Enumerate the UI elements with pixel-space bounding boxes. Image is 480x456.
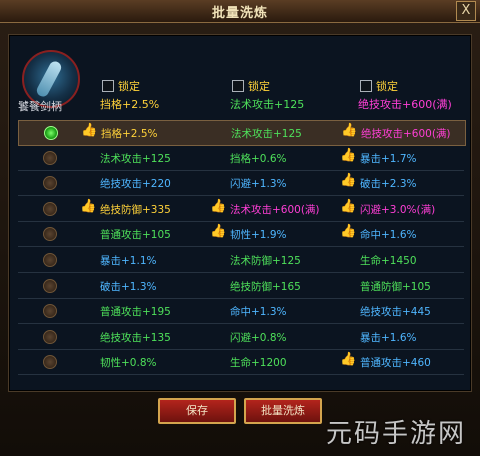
table-row[interactable]: 👍 绝技防御+335 👍 法术攻击+600(满) 👍 闪避+3.0%(满) xyxy=(18,197,464,222)
save-button[interactable]: 保存 xyxy=(158,398,236,424)
attribute-cell: 法术防御+125 xyxy=(230,255,301,267)
attribute-cell: 法术攻击+125 xyxy=(100,152,171,165)
attribute-cell: 普通攻击+105 xyxy=(100,229,171,242)
batch-refine-window: 批量洗炼 X 饕餮剑柄 锁定 锁定 锁定 挡格+2.5% 法术攻击+125 绝技… xyxy=(0,0,480,456)
attribute-cell: 普通攻击+460 xyxy=(360,357,431,370)
attribute-cell: 绝技攻击+135 xyxy=(100,331,171,344)
table-row[interactable]: 破击+1.3% 绝技防御+165 普通防御+105 xyxy=(18,274,464,299)
attribute-cell: 闪避+1.3% xyxy=(230,178,287,191)
attribute-cell: 挡格+0.6% xyxy=(230,152,287,165)
attribute-cell: 暴击+1.7% xyxy=(360,152,417,165)
thumbs-up-icon: 👍 xyxy=(210,224,227,240)
select-radio[interactable] xyxy=(43,278,57,293)
attribute-cell: 闪避+3.0%(满) xyxy=(360,203,436,216)
lock-label-2: 锁定 xyxy=(248,80,270,93)
title-bar: 批量洗炼 X xyxy=(0,0,480,23)
table-row[interactable]: 法术攻击+125 挡格+0.6% 👍 暴击+1.7% xyxy=(18,146,464,171)
select-radio[interactable] xyxy=(43,355,57,370)
thumbs-up-icon: 👍 xyxy=(340,198,357,214)
attribute-cell: 绝技攻击+600(满) xyxy=(361,128,451,140)
select-radio[interactable] xyxy=(43,329,57,344)
item-name: 饕餮剑柄 xyxy=(18,100,62,113)
attribute-cell: 暴击+1.6% xyxy=(360,331,417,344)
attribute-cell: 法术攻击+600(满) xyxy=(230,203,320,216)
table-row[interactable]: 绝技攻击+220 闪避+1.3% 👍 破击+2.3% xyxy=(18,171,464,197)
attribute-cell: 破击+2.3% xyxy=(360,178,417,191)
table-row[interactable]: 普通攻击+105 👍 韧性+1.9% 👍 命中+1.6% xyxy=(18,222,464,248)
watermark: 元码手游网 xyxy=(325,419,466,449)
select-radio[interactable] xyxy=(43,227,57,242)
attribute-cell: 绝技防御+165 xyxy=(230,280,301,293)
lock-checkbox-1[interactable] xyxy=(102,80,114,92)
select-radio[interactable] xyxy=(43,201,57,216)
attribute-cell: 普通防御+105 xyxy=(360,280,431,293)
window-title: 批量洗炼 xyxy=(211,6,268,21)
attribute-cell: 韧性+1.9% xyxy=(230,229,287,242)
lock-checkbox-3[interactable] xyxy=(360,80,372,92)
lock-checkbox-2[interactable] xyxy=(232,80,244,92)
thumbs-up-icon: 👍 xyxy=(340,173,357,189)
thumbs-up-icon: 👍 xyxy=(80,198,97,214)
attribute-cell: 绝技攻击+220 xyxy=(100,178,171,191)
current-attr-3: 绝技攻击+600(满) xyxy=(358,98,452,111)
attribute-cell: 法术攻击+125 xyxy=(231,128,302,140)
sword-hilt-icon xyxy=(34,59,64,99)
attribute-cell: 普通攻击+195 xyxy=(100,306,171,319)
thumbs-up-icon: 👍 xyxy=(341,123,358,138)
close-button[interactable]: X xyxy=(456,1,476,21)
attribute-cell: 闪避+0.8% xyxy=(230,331,287,344)
select-radio[interactable] xyxy=(43,253,57,267)
select-radio[interactable] xyxy=(43,304,57,319)
current-attr-2: 法术攻击+125 xyxy=(230,98,305,111)
thumbs-up-icon: 👍 xyxy=(340,224,357,240)
table-row[interactable]: 绝技攻击+135 闪避+0.8% 暴击+1.6% xyxy=(18,325,464,350)
attribute-cell: 绝技防御+335 xyxy=(100,203,171,216)
attribute-cell: 挡格+2.5% xyxy=(101,128,158,140)
lock-label-3: 锁定 xyxy=(376,80,398,93)
attribute-cell: 韧性+0.8% xyxy=(100,357,157,370)
select-radio[interactable] xyxy=(43,176,57,191)
current-attr-1: 挡格+2.5% xyxy=(100,98,160,111)
attribute-cell: 生命+1200 xyxy=(230,357,287,370)
thumbs-up-icon: 👍 xyxy=(340,352,357,368)
table-row[interactable]: 暴击+1.1% 法术防御+125 生命+1450 xyxy=(18,248,464,273)
attribute-cell: 破击+1.3% xyxy=(100,280,157,293)
select-radio[interactable] xyxy=(43,150,57,165)
thumbs-up-icon: 👍 xyxy=(340,147,357,163)
attribute-cell: 生命+1450 xyxy=(360,255,417,267)
attribute-cell: 命中+1.6% xyxy=(360,229,417,242)
attribute-cell: 命中+1.3% xyxy=(230,306,287,319)
thumbs-up-icon: 👍 xyxy=(210,198,227,214)
table-row[interactable]: 普通攻击+195 命中+1.3% 绝技攻击+445 xyxy=(18,299,464,325)
lock-label-1: 锁定 xyxy=(118,80,140,93)
thumbs-up-icon: 👍 xyxy=(81,123,98,138)
table-row[interactable]: 👍 挡格+2.5% 法术攻击+125 👍 绝技攻击+600(满) xyxy=(18,120,466,146)
batch-refine-button[interactable]: 批量洗炼 xyxy=(244,398,322,424)
select-radio[interactable] xyxy=(44,126,58,140)
attribute-cell: 暴击+1.1% xyxy=(100,255,157,267)
table-row[interactable]: 韧性+0.8% 生命+1200 👍 普通攻击+460 xyxy=(18,350,464,376)
attribute-cell: 绝技攻击+445 xyxy=(360,306,431,319)
